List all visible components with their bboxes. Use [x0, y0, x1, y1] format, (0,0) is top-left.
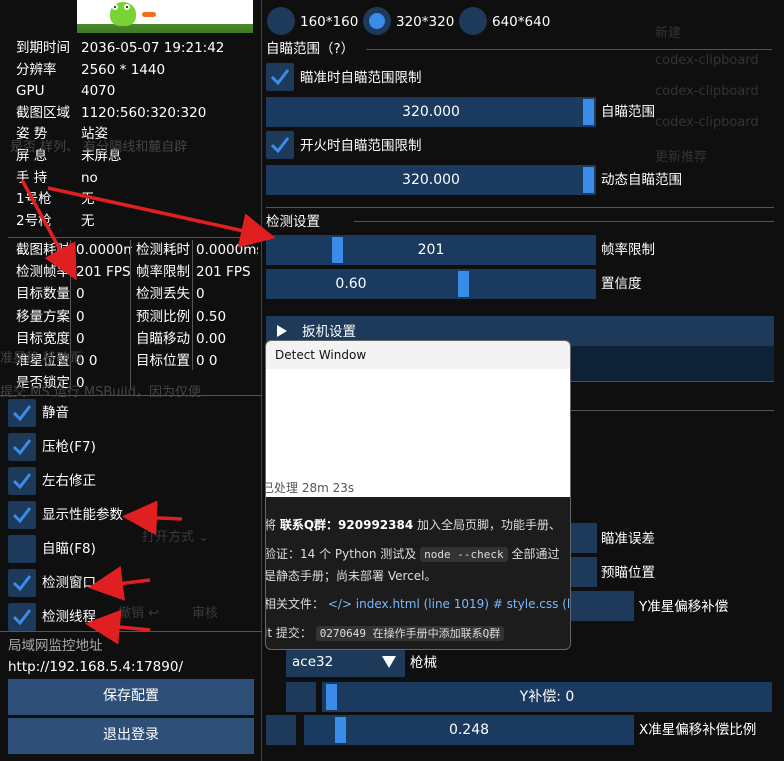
- red-arrow: [85, 609, 151, 645]
- red-arrow: [20, 179, 77, 281]
- annotation-arrows: [20, 179, 276, 645]
- red-arrow: [122, 500, 183, 536]
- red-arrow: [88, 566, 151, 601]
- red-arrow: [47, 186, 276, 248]
